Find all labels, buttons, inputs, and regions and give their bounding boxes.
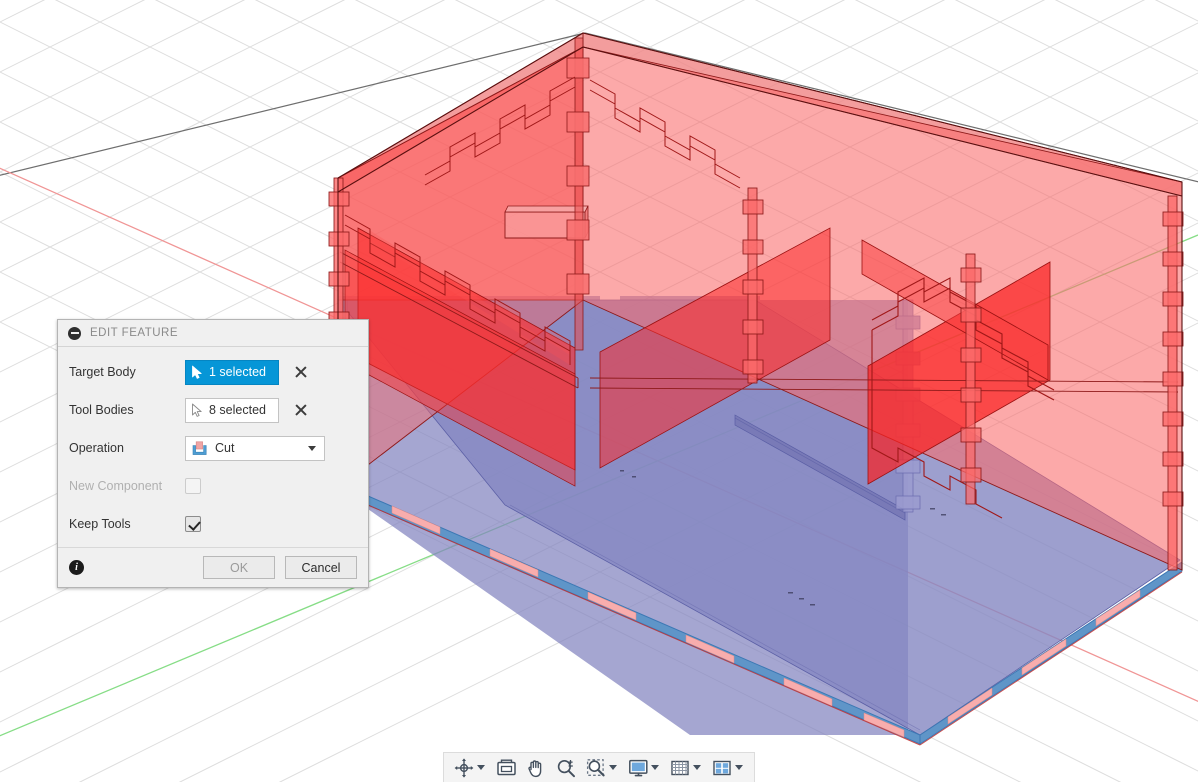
new-component-checkbox <box>185 478 201 494</box>
pan-tool[interactable] <box>522 755 550 781</box>
chevron-down-icon[interactable] <box>651 765 659 770</box>
tool-bodies-label: Tool Bodies <box>69 403 134 417</box>
cad-application-window: EDIT FEATURE Target Body 1 selected Tool… <box>0 0 1198 782</box>
keep-tools-checkbox[interactable] <box>185 516 201 532</box>
row-target-body: Target Body 1 selected <box>58 353 368 391</box>
selection-cursor-icon <box>192 365 202 379</box>
dialog-body: Target Body 1 selected Tool Bodies 8 sel… <box>58 347 368 547</box>
chevron-down-icon[interactable] <box>477 765 485 770</box>
row-keep-tools: Keep Tools <box>58 505 368 543</box>
chevron-down-icon[interactable] <box>693 765 701 770</box>
dialog-header[interactable]: EDIT FEATURE <box>58 320 368 347</box>
orbit-tool[interactable] <box>450 755 490 781</box>
edit-feature-dialog[interactable]: EDIT FEATURE Target Body 1 selected Tool… <box>57 319 369 588</box>
grid-snaps-tool[interactable] <box>666 755 706 781</box>
target-body-label: Target Body <box>69 365 136 379</box>
operation-label: Operation <box>69 441 124 455</box>
orbit-icon[interactable] <box>452 756 476 780</box>
keep-tools-label: Keep Tools <box>69 517 131 531</box>
target-body-clear-icon[interactable] <box>293 364 309 380</box>
operation-value: Cut <box>215 441 235 455</box>
cancel-button[interactable]: Cancel <box>285 556 357 579</box>
tool-bodies-clear-icon[interactable] <box>293 402 309 418</box>
grid-snaps-icon[interactable] <box>668 756 692 780</box>
operation-dropdown[interactable]: Cut <box>185 435 325 461</box>
zoom-window-tool[interactable] <box>582 755 622 781</box>
look-at-tool[interactable] <box>492 755 520 781</box>
tool-bodies-selection-button[interactable]: 8 selected <box>185 397 279 423</box>
row-tool-bodies: Tool Bodies 8 selected <box>58 391 368 429</box>
ok-button[interactable]: OK <box>203 556 275 579</box>
display-settings-tool[interactable] <box>624 755 664 781</box>
chevron-down-icon[interactable] <box>735 765 743 770</box>
zoom-tool[interactable] <box>552 755 580 781</box>
chevron-down-icon[interactable] <box>308 445 316 451</box>
tool-bodies-selection-count: 8 selected <box>209 403 266 417</box>
target-body-selection-button[interactable]: 1 selected <box>185 359 279 385</box>
display-settings-icon[interactable] <box>626 756 650 780</box>
info-icon[interactable]: i <box>69 560 84 575</box>
look-at-icon[interactable] <box>494 756 518 780</box>
selection-cursor-icon <box>192 403 202 417</box>
row-operation: Operation Cut <box>58 429 368 467</box>
dialog-title: EDIT FEATURE <box>90 327 178 339</box>
zoom-magnifier-icon[interactable] <box>554 756 578 780</box>
zoom-window-icon[interactable] <box>584 756 608 780</box>
cut-operation-icon <box>192 440 207 455</box>
pan-hand-icon[interactable] <box>524 756 548 780</box>
minus-circle-icon[interactable] <box>68 326 81 340</box>
dialog-footer: i OK Cancel <box>58 547 368 587</box>
navigation-toolbar[interactable] <box>443 752 755 782</box>
new-component-label: New Component <box>69 479 163 493</box>
viewports-icon[interactable] <box>710 756 734 780</box>
chevron-down-icon[interactable] <box>609 765 617 770</box>
target-body-selection-count: 1 selected <box>209 365 266 379</box>
row-new-component: New Component <box>58 467 368 505</box>
viewports-tool[interactable] <box>708 755 748 781</box>
